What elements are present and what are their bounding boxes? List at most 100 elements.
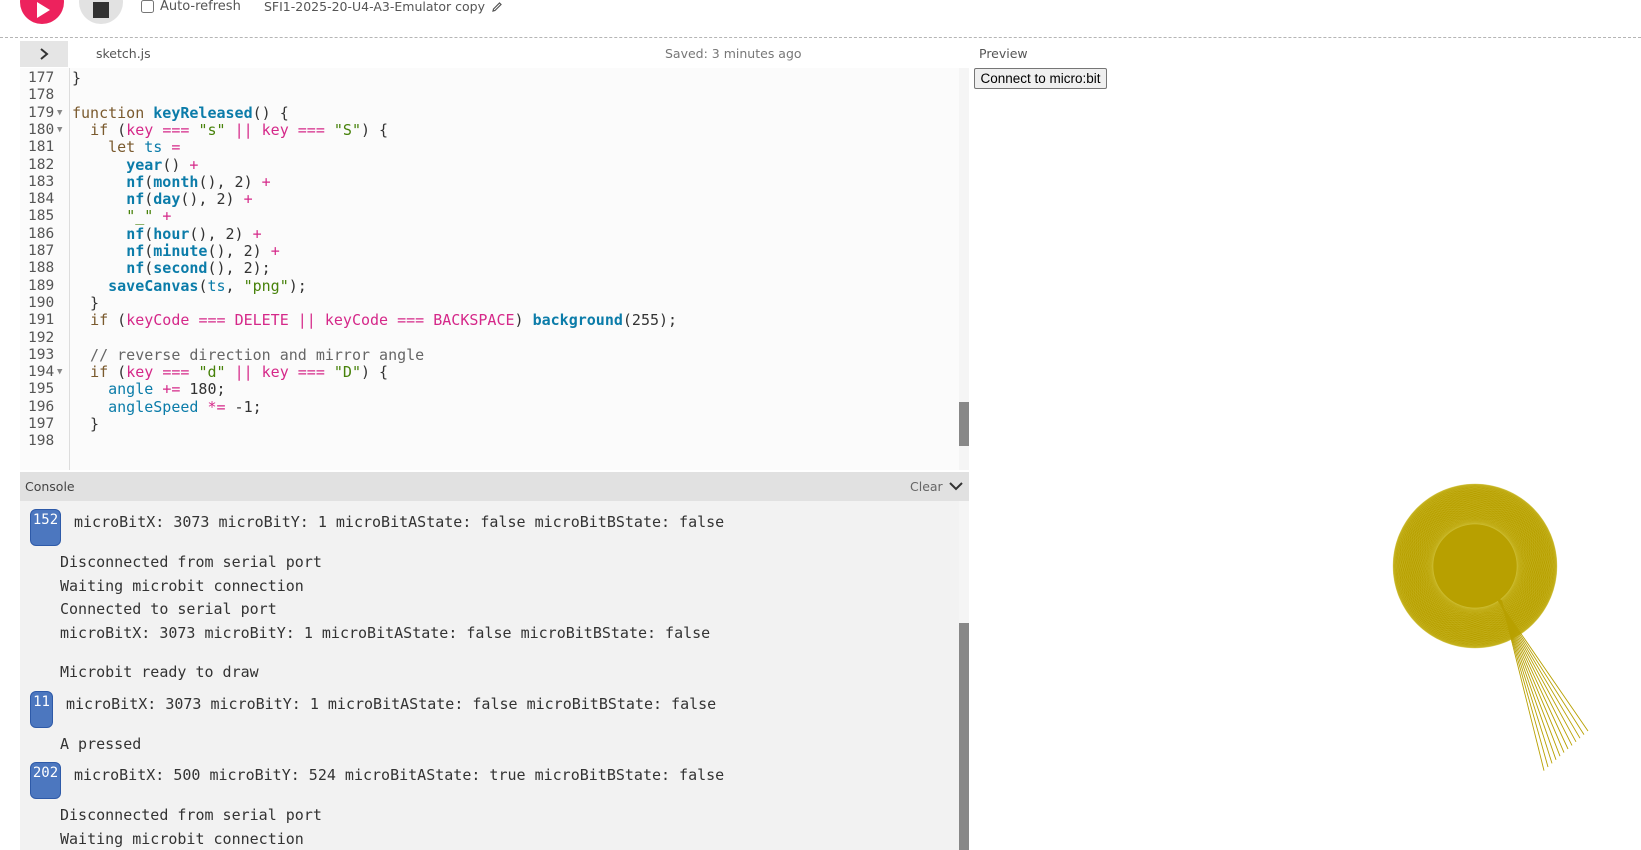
code-line[interactable]: 177} <box>20 69 969 87</box>
code-text: function keyReleased() { <box>72 103 289 122</box>
code-line[interactable]: 197 } <box>20 415 969 433</box>
chevron-down-icon[interactable] <box>948 480 964 492</box>
code-text: year() + <box>126 155 199 174</box>
code-text: let ts = <box>108 138 181 157</box>
console-scrollbar-thumb[interactable] <box>959 623 969 850</box>
connect-microbit-button[interactable]: Connect to micro:bit <box>974 68 1107 89</box>
drawing-stroke <box>1494 595 1589 732</box>
editor-scrollbar-thumb[interactable] <box>959 402 969 446</box>
auto-refresh-checkbox[interactable] <box>141 0 154 13</box>
auto-refresh-toggle[interactable]: Auto-refresh <box>141 0 241 14</box>
line-number: 188 <box>28 260 55 277</box>
stop-icon <box>93 2 109 18</box>
console-header: Console Clear <box>20 472 969 501</box>
code-text: } <box>72 69 82 87</box>
code-line[interactable]: 198 <box>20 432 969 450</box>
chevron-right-icon <box>40 48 49 60</box>
line-number: 177 <box>28 70 55 86</box>
line-number: 187 <box>28 243 55 259</box>
code-text: nf(month(), 2) + <box>126 172 271 191</box>
line-number: 198 <box>28 433 55 450</box>
line-number: 190 <box>28 294 55 311</box>
line-number: 196 <box>28 398 55 415</box>
code-line[interactable]: 196 angleSpeed *= -1; <box>20 398 969 416</box>
code-text: if (keyCode === DELETE || keyCode === BA… <box>90 311 678 330</box>
console-output: 152 microBitX: 3073 microBitY: 1 microBit… <box>20 501 969 850</box>
code-line[interactable]: 178 <box>20 86 969 104</box>
code-text: nf(minute(), 2) + <box>126 242 280 260</box>
console-clear-button[interactable]: Clear <box>910 479 943 494</box>
code-line[interactable]: 183 nf(month(), 2) + <box>20 173 969 191</box>
console-message: microBitX: 3073 microBitY: 1 microBitASt… <box>60 623 711 642</box>
line-number: 185 <box>28 208 55 225</box>
code-editor[interactable]: 177} 178 179 ▼ function keyReleased() {180 ▼ … <box>20 68 969 470</box>
console-message: Disconnected from serial port <box>60 806 322 824</box>
code-text: nf(day(), 2) + <box>126 190 253 209</box>
file-tab-name[interactable]: sketch.js <box>96 46 151 61</box>
repeat-count-badge: 11 <box>30 690 53 728</box>
line-number: 183 <box>28 173 55 190</box>
console-message: A pressed <box>60 734 142 753</box>
sketch-canvas[interactable] <box>972 68 1641 850</box>
project-name-text: SFI1-2025-20-U4-A3-Emulator copy <box>264 0 486 14</box>
line-number: 186 <box>28 225 55 242</box>
play-icon <box>37 2 50 18</box>
project-name[interactable]: SFI1-2025-20-U4-A3-Emulator copy <box>264 0 503 14</box>
code-line[interactable]: 187 nf(minute(), 2) + <box>20 242 969 260</box>
code-text: nf(hour(), 2) + <box>126 224 262 243</box>
line-number: 181 <box>28 139 55 156</box>
auto-refresh-label: Auto-refresh <box>160 0 241 14</box>
line-number: 195 <box>28 381 55 398</box>
code-line[interactable]: 188 nf(second(), 2); <box>20 259 969 277</box>
sidebar-toggle-button[interactable] <box>20 41 68 67</box>
code-text: } <box>72 415 100 433</box>
code-line[interactable]: 182 year() + <box>20 156 969 174</box>
pencil-icon[interactable] <box>491 1 503 13</box>
console-message: microBitX: 500 microBitY: 524 microBitAS… <box>74 766 725 784</box>
console-message: Waiting microbit connection <box>60 829 304 848</box>
code-line[interactable]: 195 angle += 180; <box>20 380 969 398</box>
preview-pane: Connect to micro:bit <box>972 68 1641 850</box>
code-line[interactable]: 192 <box>20 329 969 347</box>
code-line[interactable]: 190 } <box>20 294 969 312</box>
fold-arrow-icon[interactable]: ▼ <box>57 121 62 139</box>
code-text: if (key === "s" || key === "S") { <box>90 120 389 139</box>
line-number: 182 <box>28 156 55 173</box>
editor-header: sketch.js Saved: 3 minutes ago <box>20 41 969 67</box>
line-number: 184 <box>28 191 55 208</box>
console-message: Connected to serial port <box>60 600 277 618</box>
code-text: angleSpeed *= -1; <box>108 397 262 416</box>
code-text: "_" + <box>126 207 172 226</box>
code-text: angle += 180; <box>108 380 226 399</box>
code-line[interactable]: 186 nf(hour(), 2) + <box>20 225 969 243</box>
toolbar: Auto-refresh SFI1-2025-20-U4-A3-Emulator… <box>0 0 1641 38</box>
console-message: Disconnected from serial port <box>60 553 322 571</box>
code-line[interactable]: 179 ▼ function keyReleased() { <box>20 104 969 122</box>
line-number: 178 <box>28 87 55 104</box>
console-message: Waiting microbit connection <box>60 576 304 595</box>
console-message: Microbit ready to draw <box>60 663 259 681</box>
console-message: microBitX: 3073 microBitY: 1 microBitASt… <box>74 513 725 531</box>
code-text: if (key === "d" || key === "D") { <box>90 363 389 382</box>
code-line[interactable]: 189 saveCanvas(ts, "png"); <box>20 277 969 295</box>
line-number: 197 <box>28 416 55 432</box>
saved-status: Saved: 3 minutes ago <box>665 46 802 61</box>
code-text: saveCanvas(ts, "png"); <box>108 276 307 295</box>
console-title: Console <box>25 479 75 494</box>
console-message: microBitX: 3073 microBitY: 1 microBitASt… <box>66 694 717 713</box>
fold-arrow-icon[interactable]: ▼ <box>57 104 62 122</box>
code-line[interactable]: 194 ▼ if (key === "d" || key === "D") { <box>20 363 969 381</box>
code-text: } <box>72 293 100 312</box>
code-line[interactable]: 191 if (keyCode === DELETE || keyCode ==… <box>20 311 969 329</box>
fold-arrow-icon[interactable]: ▼ <box>57 363 62 381</box>
code-line[interactable]: 180 ▼ if (key === "s" || key === "S") { <box>20 121 969 139</box>
line-number: 189 <box>28 277 55 294</box>
code-line[interactable]: 193 // reverse direction and mirror angl… <box>20 346 969 364</box>
code-line[interactable]: 184 nf(day(), 2) + <box>20 190 969 208</box>
stop-button[interactable] <box>79 0 123 24</box>
play-button[interactable] <box>20 0 64 24</box>
line-number: 191 <box>28 312 55 329</box>
preview-label: Preview <box>979 46 1028 61</box>
code-line[interactable]: 185 "_" + <box>20 207 969 225</box>
code-line[interactable]: 181 let ts = <box>20 138 969 156</box>
